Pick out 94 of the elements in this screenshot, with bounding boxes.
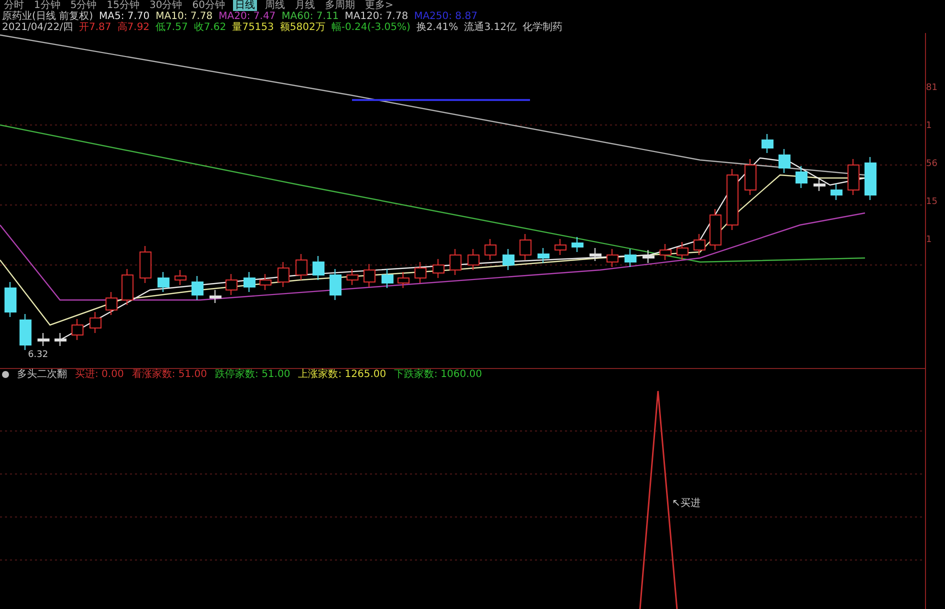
candlestick (572, 236, 584, 252)
candlestick (744, 158, 756, 196)
period-tab[interactable]: 月线 (292, 0, 317, 11)
candlestick (484, 238, 496, 260)
axis-label: 81 (926, 83, 938, 93)
indicator-value: MA10: 7.78 (156, 11, 213, 22)
price-info: 开7.87 (79, 22, 112, 33)
candlestick (54, 332, 66, 346)
candlestick (140, 246, 152, 284)
period-tab[interactable]: 60分钟 (190, 0, 227, 11)
candlestick (694, 234, 706, 256)
price-info: 2021/04/22/四 (2, 22, 74, 33)
candlestick (554, 238, 566, 256)
axis-label: 1 (926, 121, 933, 131)
period-tab[interactable]: 更多> (362, 0, 396, 11)
candlestick (726, 168, 738, 230)
candlestick (226, 274, 238, 296)
candlestick (192, 276, 204, 300)
indicator-value: 买进: 0.00 (75, 369, 124, 381)
axis-label: 1 (926, 235, 933, 245)
candlestick (778, 148, 790, 174)
period-tab[interactable]: 15分钟 (104, 0, 142, 11)
candlestick (520, 234, 532, 260)
period-tab[interactable]: 分时 (2, 0, 26, 11)
candlestick (710, 208, 722, 250)
candlestick (398, 272, 410, 288)
candlestick (796, 166, 808, 188)
candlestick (538, 248, 550, 264)
period-tab[interactable]: 30分钟 (147, 0, 184, 11)
price-info: 流通3.12亿 (464, 22, 516, 33)
candlestick (450, 248, 462, 276)
price-info: 量75153 (232, 22, 274, 33)
period-tab[interactable]: 5分钟 (68, 0, 99, 11)
candlestick (830, 184, 842, 200)
candlestick (432, 258, 444, 278)
candlestick (296, 254, 308, 280)
candlestick (106, 292, 118, 316)
candlestick (468, 248, 480, 270)
indicator-icon[interactable] (2, 371, 9, 378)
candlestick (814, 178, 826, 192)
price-label: 6.32 (28, 350, 48, 360)
price-info: 低7.57 (156, 22, 188, 33)
axis-label: 56 (926, 159, 938, 169)
period-tab[interactable]: 日线 (232, 0, 257, 11)
candlestick (414, 262, 426, 284)
period-tab[interactable]: 多周期 (322, 0, 357, 11)
candlestick (864, 156, 876, 200)
candlestick (676, 242, 688, 260)
candlestick (278, 262, 290, 288)
indicator-value: MA250: 8.87 (414, 11, 478, 22)
candlestick (312, 256, 324, 280)
candlestick (330, 268, 342, 300)
candlestick (244, 272, 256, 292)
candlestick (762, 134, 774, 154)
candlestick (38, 332, 50, 346)
candlestick (260, 274, 272, 290)
candlestick (624, 248, 636, 268)
indicator-value: 看涨家数: 51.00 (132, 369, 208, 381)
candlestick (90, 312, 102, 334)
candlestick (502, 248, 514, 270)
candlestick (590, 248, 602, 262)
indicator-value: MA20: 7.47 (218, 11, 276, 22)
candlestick (364, 264, 376, 288)
indicator-value: MA5: 7.70 (98, 11, 150, 22)
price-info: 幅-0.24(-3.05%) (331, 22, 410, 33)
candlestick (642, 250, 654, 264)
price-info: 化学制药 (522, 22, 562, 33)
candlestick (210, 290, 222, 304)
indicator-title: 多头二次翻 (17, 369, 67, 381)
axis-label: 15 (926, 197, 938, 207)
indicator-value: 下跌家数: 1060.00 (394, 369, 482, 381)
price-info: 额5802万 (280, 22, 326, 33)
indicator-value: MA60: 7.11 (282, 11, 339, 22)
period-tab[interactable]: 1分钟 (32, 0, 62, 11)
candlestick (848, 158, 860, 196)
candlestick (174, 270, 186, 286)
period-tab[interactable]: 周线 (262, 0, 287, 11)
stock-title: 原药业(日线 前复权) (2, 11, 93, 22)
candlestick (158, 272, 170, 292)
price-info: 换2.41% (416, 22, 458, 33)
indicator-value: 跌停家数: 51.00 (215, 369, 290, 381)
candlestick (382, 268, 394, 288)
candlestick (660, 244, 672, 260)
candlestick (72, 318, 84, 340)
price-info: 高7.92 (117, 22, 150, 33)
candlestick (20, 314, 32, 350)
candlestick (4, 282, 16, 318)
candlestick (346, 268, 358, 286)
indicator-value: 上涨家数: 1265.00 (298, 369, 386, 381)
indicator-value: MA120: 7.78 (344, 11, 408, 22)
candlestick (122, 268, 134, 306)
candlestick (606, 248, 618, 268)
price-info: 收7.62 (194, 22, 226, 33)
signal-label: ↖买进 (672, 496, 700, 510)
